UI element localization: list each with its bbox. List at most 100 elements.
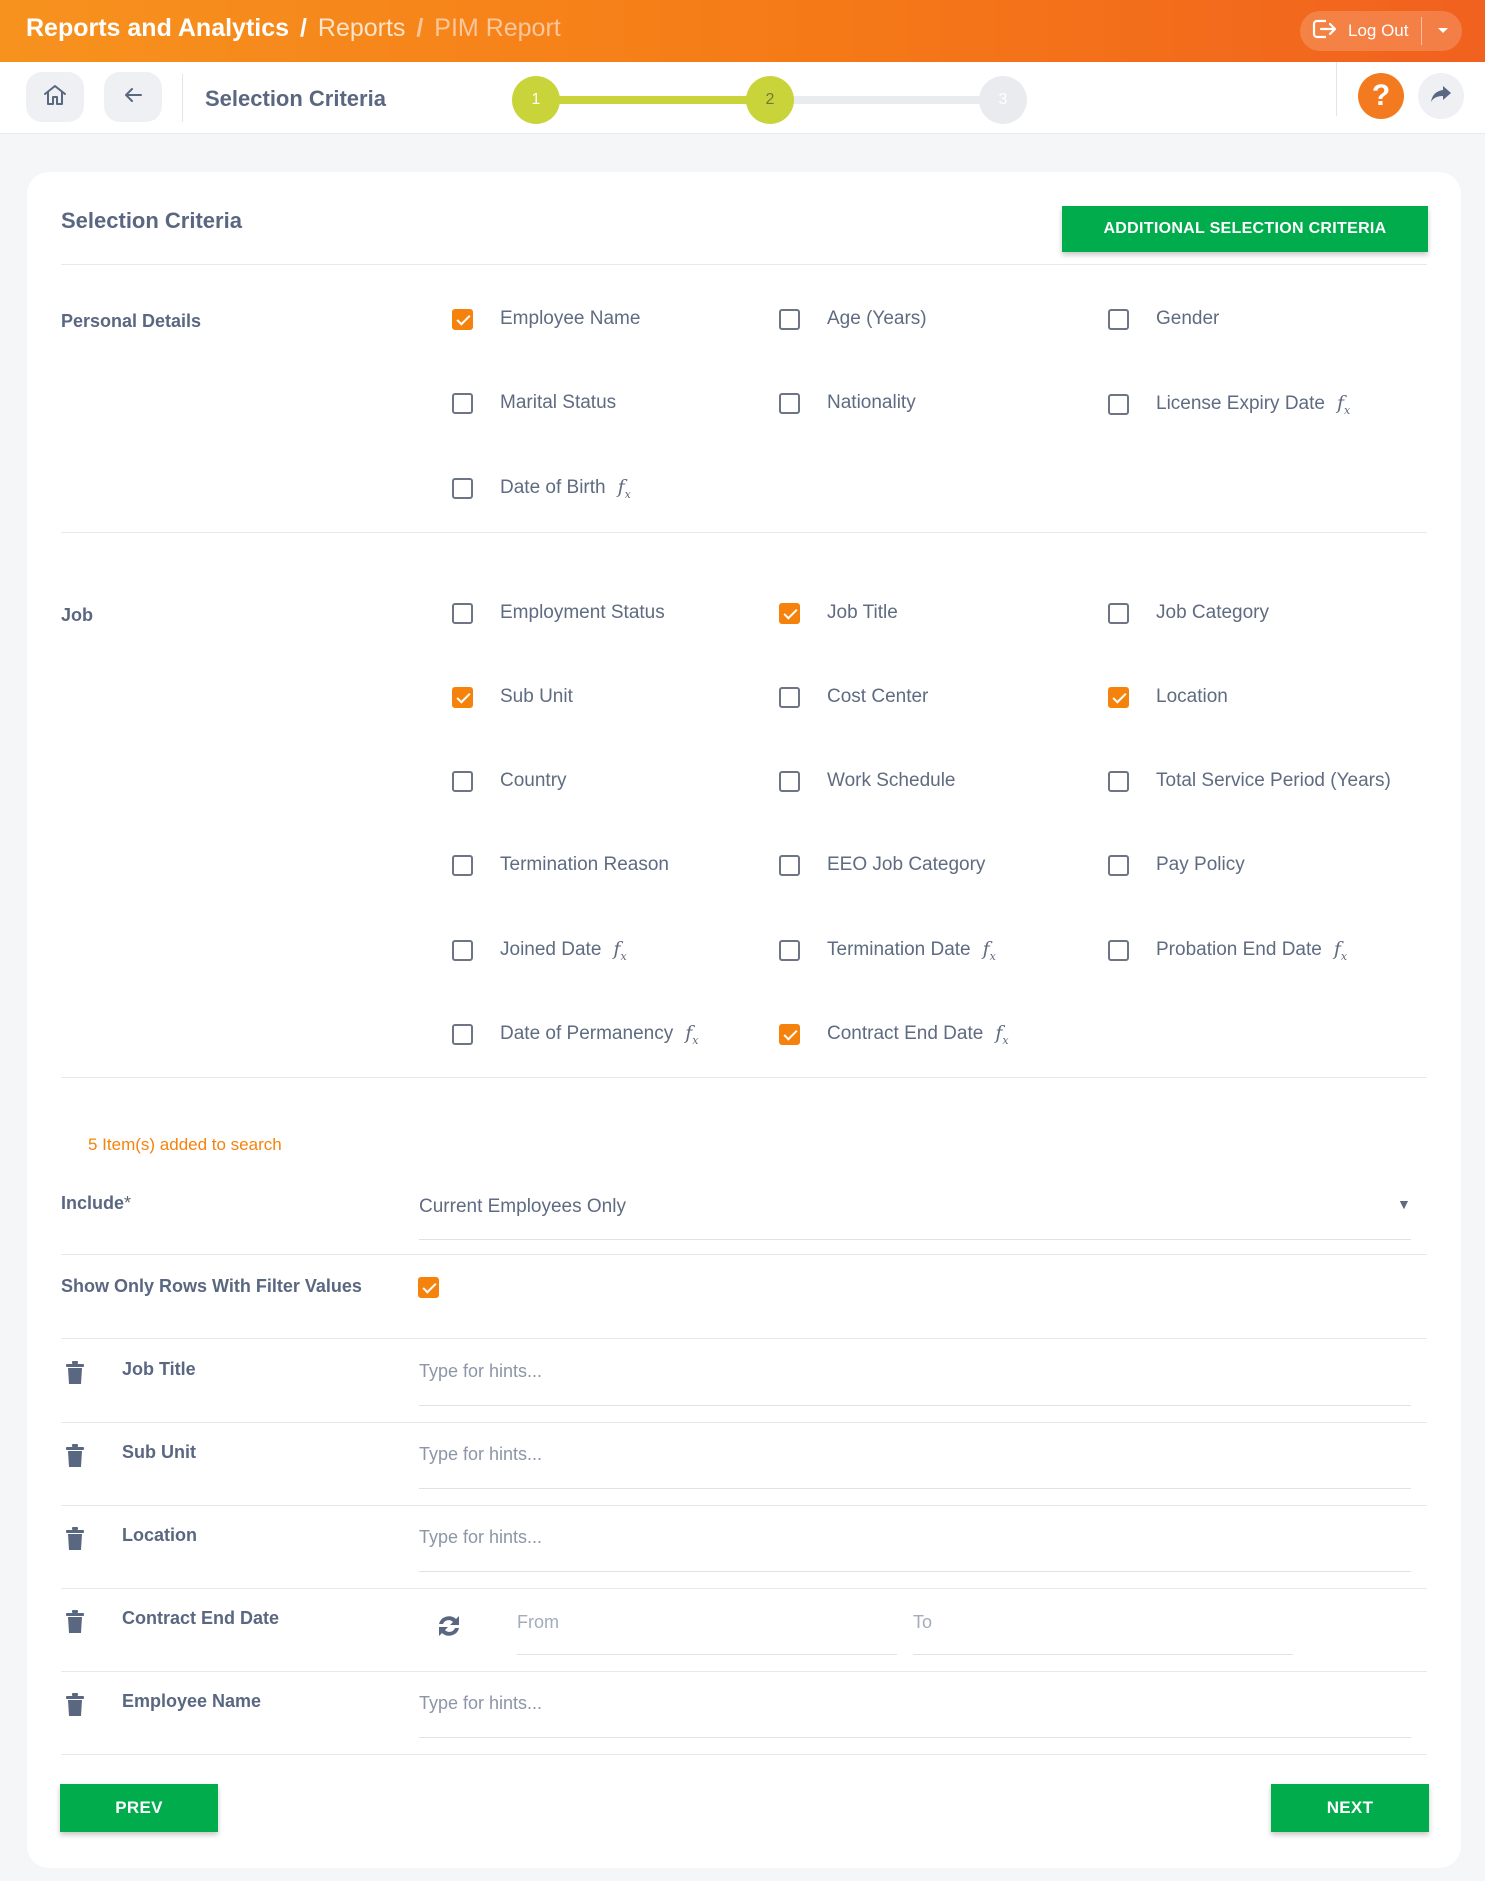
option-job-title[interactable]: Job Title (779, 602, 898, 624)
trash-icon[interactable] (65, 1527, 85, 1556)
checkbox-job-title[interactable] (779, 602, 800, 624)
formula-icon[interactable]: fx (685, 1022, 698, 1047)
checkbox-pay-policy[interactable] (1108, 854, 1129, 876)
option-probation-end-date[interactable]: Probation End Date fx (1108, 938, 1347, 963)
logout-icon (1312, 18, 1338, 45)
checkbox-total-service-period-years[interactable] (1108, 770, 1129, 792)
formula-icon[interactable]: fx (1337, 392, 1350, 417)
formula-icon[interactable]: fx (1334, 938, 1347, 963)
option-gender[interactable]: Gender (1108, 308, 1219, 330)
formula-icon[interactable]: fx (995, 1022, 1008, 1047)
trash-icon[interactable] (65, 1693, 85, 1722)
filter-input-sub-unit[interactable]: Type for hints... (419, 1444, 542, 1465)
additional-selection-criteria-button[interactable]: ADDITIONAL SELECTION CRITERIA (1062, 206, 1428, 252)
logout-button[interactable]: Log Out (1312, 11, 1409, 51)
page-header: Selection Criteria 1 2 3 ? (0, 62, 1485, 134)
step-3[interactable]: 3 (979, 76, 1027, 124)
breadcrumb-item-reports[interactable]: Reports (318, 14, 406, 42)
option-label: Job Title (827, 602, 898, 623)
checkbox-work-schedule[interactable] (779, 770, 800, 792)
option-employment-status[interactable]: Employment Status (452, 602, 665, 624)
swap-icon[interactable] (435, 1612, 463, 1645)
checkbox-age-years[interactable] (779, 308, 800, 330)
checkbox-termination-date[interactable] (779, 939, 800, 961)
option-work-schedule[interactable]: Work Schedule (779, 770, 956, 792)
formula-icon[interactable]: fx (618, 476, 631, 501)
divider (61, 1754, 1427, 1755)
step-1[interactable]: 1 (512, 76, 560, 124)
home-button[interactable] (26, 72, 84, 122)
option-pay-policy[interactable]: Pay Policy (1108, 854, 1245, 876)
checkbox-joined-date[interactable] (452, 939, 473, 961)
option-country[interactable]: Country (452, 770, 567, 792)
option-license-expiry-date[interactable]: License Expiry Date fx (1108, 392, 1350, 417)
section-label-personal-details: Personal Details (61, 311, 202, 331)
option-label: Location (1156, 686, 1228, 707)
filter-input-employee-name[interactable]: Type for hints... (419, 1693, 542, 1714)
back-button[interactable] (104, 72, 162, 122)
dropdown-caret-icon[interactable]: ▼ (1397, 1196, 1411, 1212)
trash-icon[interactable] (65, 1610, 85, 1639)
checkbox-nationality[interactable] (779, 392, 800, 414)
checkbox-eeo-job-category[interactable] (779, 854, 800, 876)
option-termination-reason[interactable]: Termination Reason (452, 854, 669, 876)
checkbox-gender[interactable] (1108, 308, 1129, 330)
next-button[interactable]: NEXT (1271, 1784, 1429, 1832)
formula-icon[interactable]: fx (613, 938, 626, 963)
option-age-years[interactable]: Age (Years) (779, 308, 927, 330)
formula-subscript: x (1340, 949, 1348, 963)
checkbox-date-of-birth[interactable] (452, 477, 473, 499)
option-job-category[interactable]: Job Category (1108, 602, 1269, 624)
divider (61, 1077, 1427, 1078)
formula-symbol: f (982, 938, 990, 960)
checkbox-probation-end-date[interactable] (1108, 939, 1129, 961)
checkbox-date-of-permanency[interactable] (452, 1023, 473, 1045)
option-joined-date[interactable]: Joined Date fx (452, 938, 627, 963)
option-nationality[interactable]: Nationality (779, 392, 916, 414)
checkbox-contract-end-date[interactable] (779, 1023, 800, 1045)
stepper-track-complete (536, 96, 770, 104)
option-cost-center[interactable]: Cost Center (779, 686, 928, 708)
option-date-of-birth[interactable]: Date of Birth fx (452, 476, 631, 501)
share-icon (1429, 84, 1453, 109)
formula-icon[interactable]: fx (983, 938, 996, 963)
option-total-service-period-years[interactable]: Total Service Period (Years) (1108, 770, 1391, 792)
option-termination-date[interactable]: Termination Date fx (779, 938, 996, 963)
option-date-of-permanency[interactable]: Date of Permanency fx (452, 1022, 698, 1047)
checkbox-marital-status[interactable] (452, 392, 473, 414)
include-select[interactable]: Current Employees Only (419, 1196, 626, 1218)
step-2[interactable]: 2 (746, 76, 794, 124)
option-label: Cost Center (827, 686, 929, 707)
checkbox-cost-center[interactable] (779, 686, 800, 708)
checkbox-location[interactable] (1108, 686, 1129, 708)
filter-input-location[interactable]: Type for hints... (419, 1527, 542, 1548)
option-marital-status[interactable]: Marital Status (452, 392, 616, 414)
checkbox-country[interactable] (452, 770, 473, 792)
trash-icon[interactable] (65, 1444, 85, 1473)
breadcrumb-item-reports-and-analytics[interactable]: Reports and Analytics (26, 14, 289, 42)
option-location[interactable]: Location (1108, 686, 1228, 708)
checkbox-job-category[interactable] (1108, 602, 1129, 624)
date-to-input[interactable]: To (913, 1612, 932, 1633)
option-label: Termination Reason (500, 854, 669, 875)
checkbox-employee-name[interactable] (452, 308, 473, 330)
date-from-input[interactable]: From (517, 1612, 559, 1633)
checkbox-employment-status[interactable] (452, 602, 473, 624)
checkbox-sub-unit[interactable] (452, 686, 473, 708)
trash-icon[interactable] (65, 1361, 85, 1390)
option-contract-end-date[interactable]: Contract End Date fx (779, 1022, 1009, 1047)
option-label: Job Category (1156, 602, 1270, 623)
checkbox-termination-reason[interactable] (452, 854, 473, 876)
user-menu-caret[interactable] (1431, 11, 1455, 51)
option-sub-unit[interactable]: Sub Unit (452, 686, 573, 708)
option-employee-name[interactable]: Employee Name (452, 308, 640, 330)
breadcrumb-separator: / (299, 14, 307, 42)
share-button[interactable] (1418, 73, 1464, 119)
show-rows-checkbox[interactable] (418, 1277, 439, 1298)
filter-input-job-title[interactable]: Type for hints... (419, 1361, 542, 1382)
checkbox-license-expiry-date[interactable] (1108, 393, 1129, 415)
option-eeo-job-category[interactable]: EEO Job Category (779, 854, 985, 876)
required-marker: * (124, 1193, 132, 1213)
help-button[interactable]: ? (1358, 73, 1404, 119)
prev-button[interactable]: PREV (60, 1784, 218, 1832)
